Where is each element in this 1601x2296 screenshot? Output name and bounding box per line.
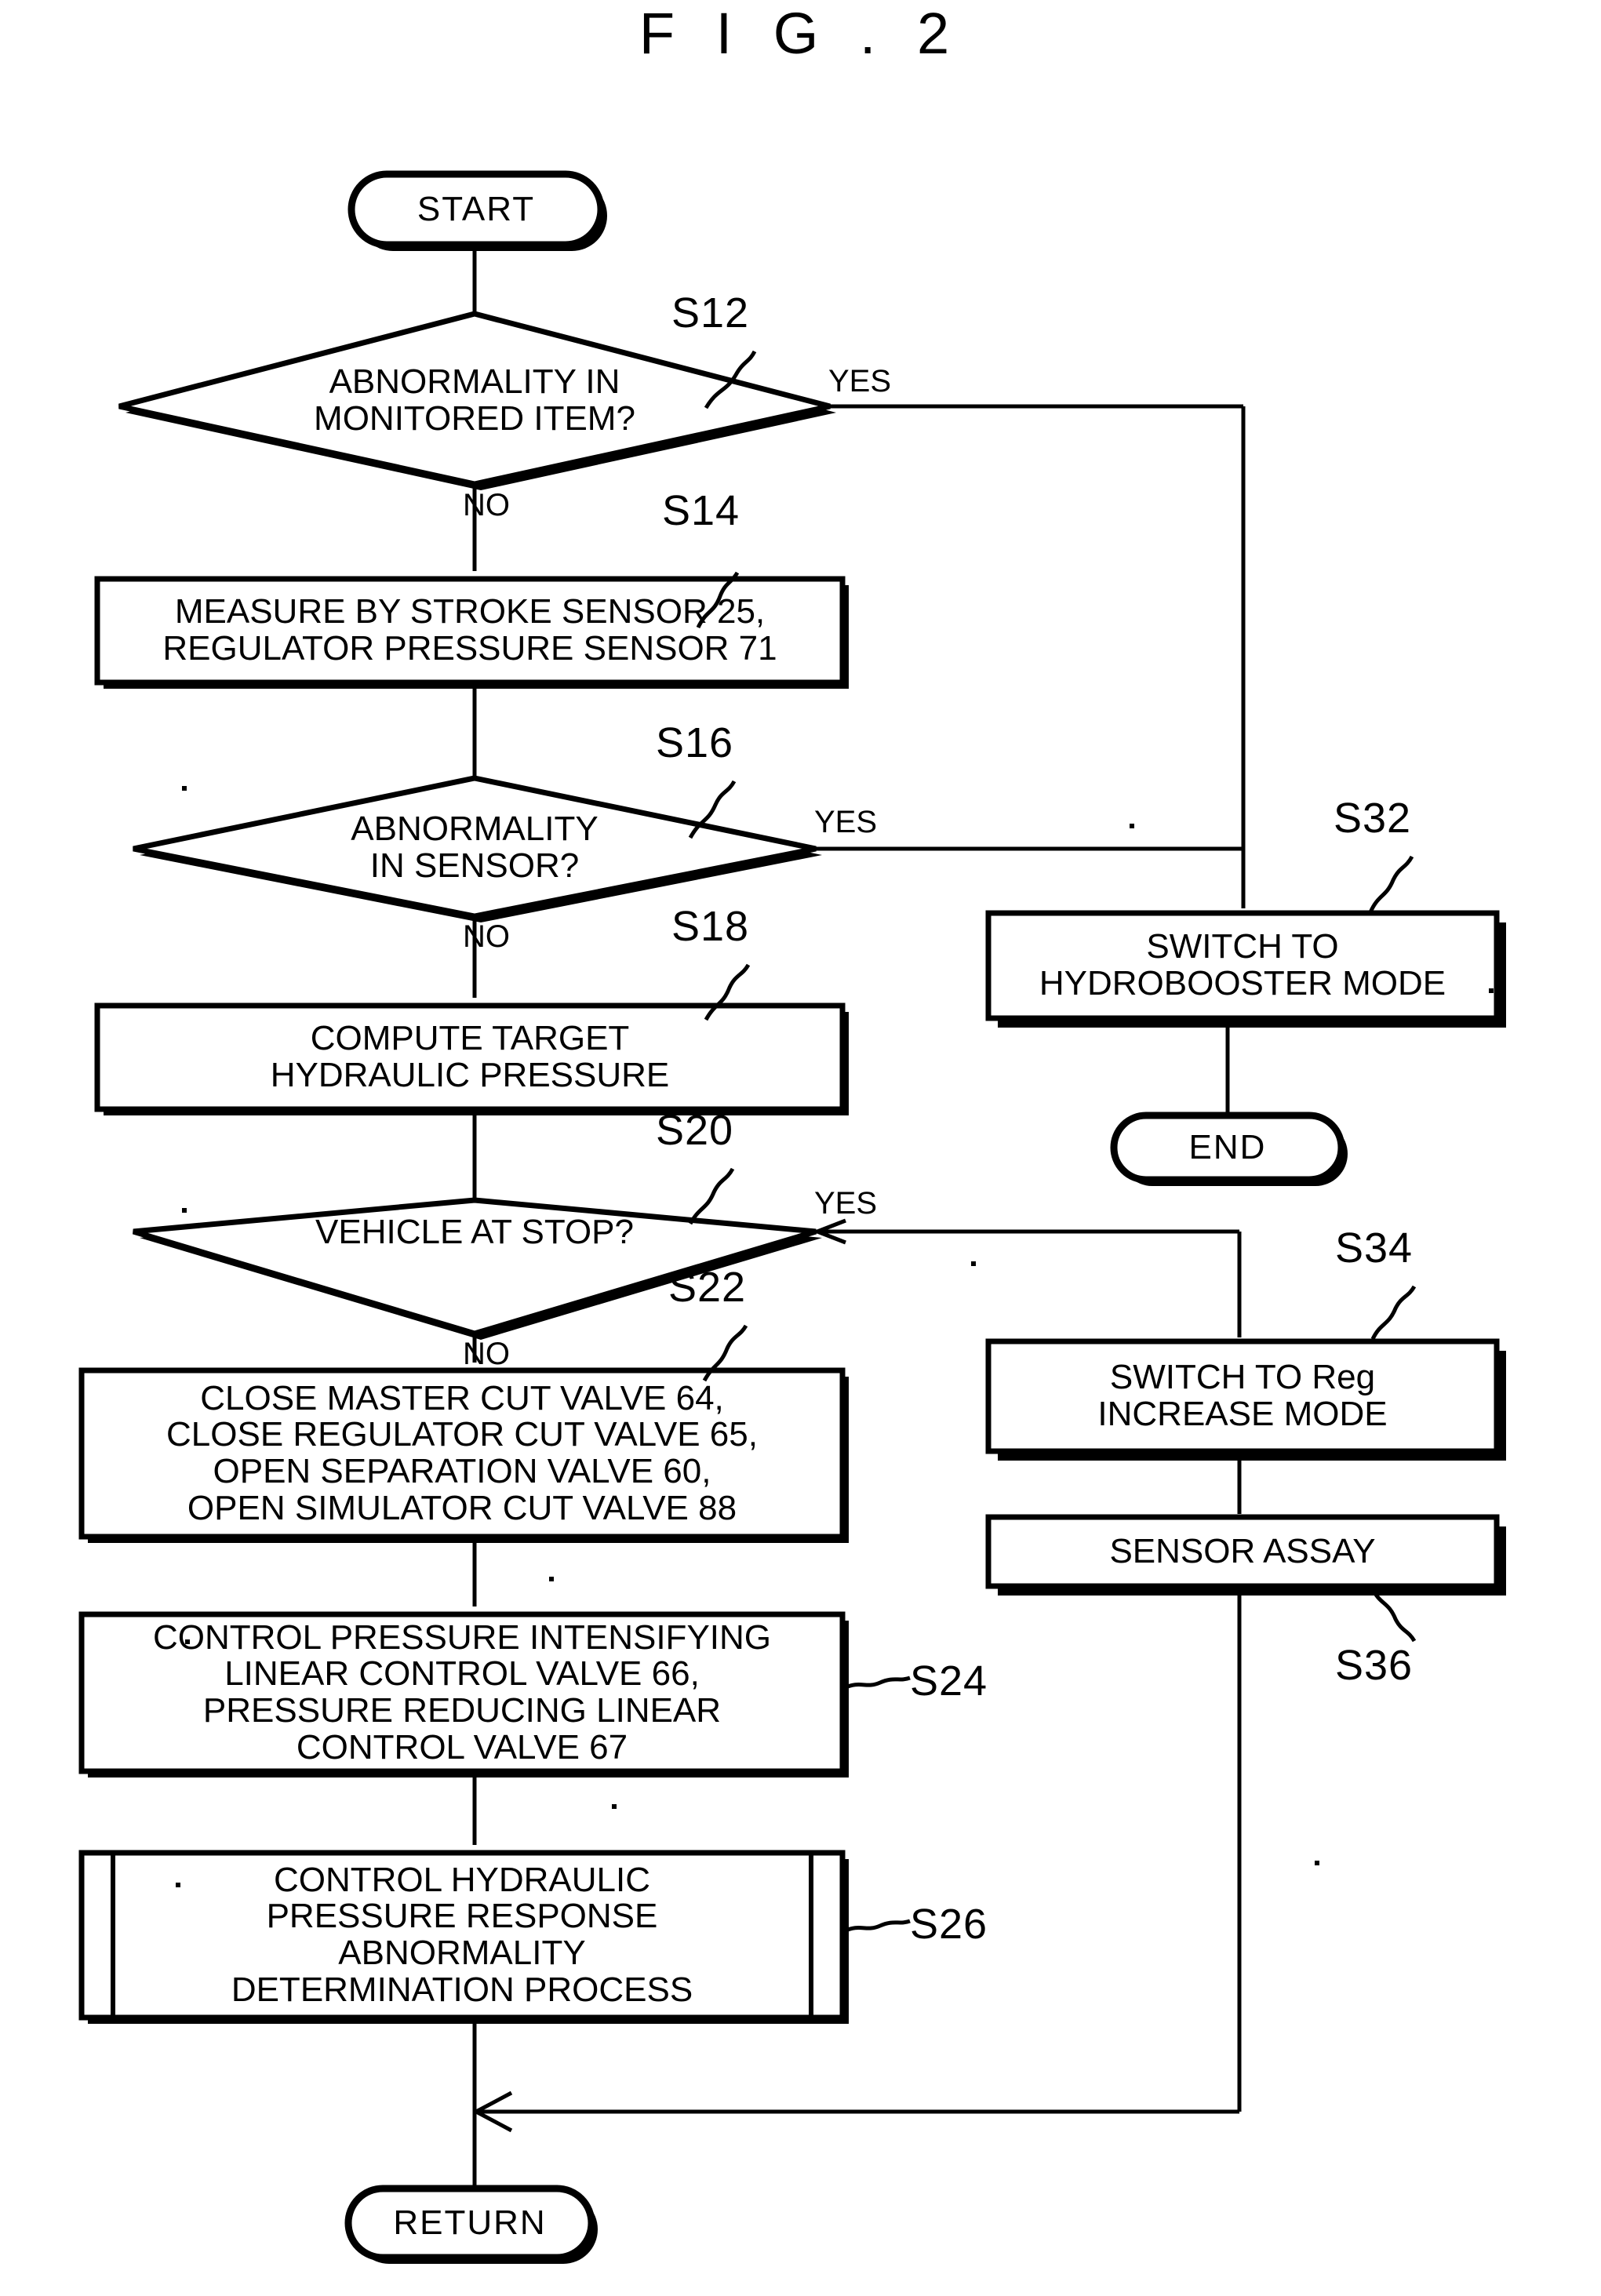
shape-shadows [88, 585, 1506, 2024]
leader-s20 [688, 1167, 735, 1225]
branch-label-s16-no: NO [463, 919, 510, 954]
step-id-s34: S34 [1335, 1224, 1414, 1272]
branch-label-s20-yes: YES [814, 1186, 878, 1221]
node-s32-shape [985, 910, 1500, 1021]
step-id-s18: S18 [671, 903, 750, 950]
node-s22-shape [78, 1367, 846, 1540]
leader-s24 [842, 1676, 911, 1690]
step-id-s12: S12 [671, 289, 750, 337]
node-s14-shape [94, 576, 846, 686]
step-id-s32: S32 [1334, 795, 1412, 842]
leader-s32 [1368, 855, 1414, 914]
flowchart-vector-layer [78, 170, 1506, 2264]
leader-s36 [1370, 1588, 1417, 1643]
node-s24-shape [78, 1611, 846, 1774]
step-id-s36: S36 [1335, 1642, 1414, 1689]
step-id-s20: S20 [656, 1107, 734, 1154]
node-start-shape [347, 170, 607, 251]
figure-canvas: F I G . 2 START END RETURN ABNORMALITY I… [0, 0, 1601, 2296]
node-return-shape [344, 2185, 598, 2264]
branch-label-s16-yes: YES [814, 805, 878, 839]
branch-label-s12-yes: YES [828, 364, 892, 398]
step-id-s24: S24 [910, 1657, 988, 1705]
leader-s26 [842, 1919, 911, 1934]
node-s18-shape [94, 1002, 846, 1112]
step-id-s26: S26 [910, 1901, 988, 1948]
node-s26-shape [78, 1850, 846, 2021]
node-s36-shape [985, 1514, 1500, 1589]
step-id-s14: S14 [662, 487, 740, 534]
step-id-s22: S22 [668, 1264, 747, 1311]
leader-s34 [1370, 1285, 1417, 1341]
branch-label-s12-no: NO [463, 488, 510, 522]
branch-label-s20-no: NO [463, 1337, 510, 1371]
node-end-shape [1110, 1112, 1348, 1186]
step-id-s16: S16 [656, 719, 734, 766]
node-s34-shape [985, 1338, 1500, 1454]
node-s12-shape [118, 311, 836, 490]
